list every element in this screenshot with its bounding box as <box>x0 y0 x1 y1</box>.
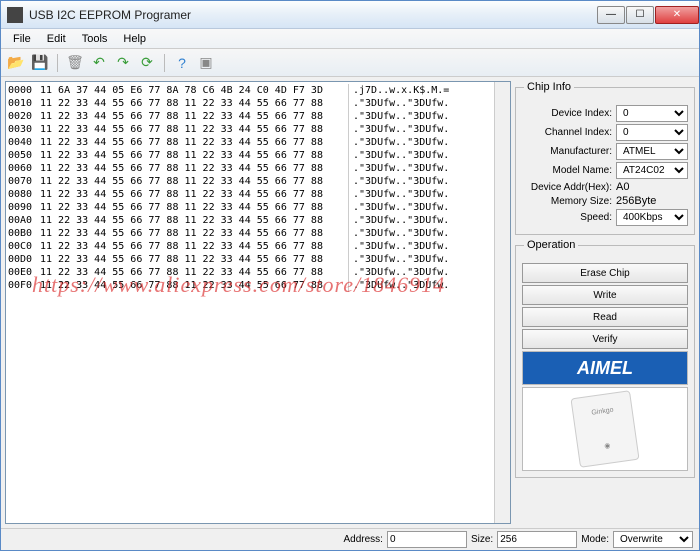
delete-icon[interactable]: 🗑 <box>64 52 86 74</box>
hex-row[interactable]: 00A011 22 33 44 55 66 77 88 11 22 33 44 … <box>8 214 492 227</box>
menubar: File Edit Tools Help <box>1 29 699 49</box>
hex-row[interactable]: 000011 6A 37 44 05 E6 77 8A 78 C6 4B 24 … <box>8 84 492 97</box>
device-index-label: Device Index: <box>522 108 616 119</box>
mode-label: Mode: <box>581 534 609 545</box>
atmel-logo: AIMEL <box>522 351 688 385</box>
hex-row[interactable]: 009011 22 33 44 55 66 77 88 11 22 33 44 … <box>8 201 492 214</box>
maximize-button[interactable]: ☐ <box>626 6 654 24</box>
manufacturer-select[interactable]: ATMEL <box>616 143 688 160</box>
size-label: Size: <box>471 534 493 545</box>
info-icon[interactable]: ▣ <box>195 52 217 74</box>
hex-editor[interactable]: 000011 6A 37 44 05 E6 77 8A 78 C6 4B 24 … <box>5 81 511 524</box>
address-input[interactable] <box>387 531 467 548</box>
manufacturer-label: Manufacturer: <box>522 146 616 157</box>
mode-select[interactable]: Overwrite <box>613 531 693 548</box>
menu-help[interactable]: Help <box>115 31 154 47</box>
device-addr-value: A0 <box>616 181 688 193</box>
menu-edit[interactable]: Edit <box>39 31 74 47</box>
separator <box>164 54 165 72</box>
chip-info-group: Chip Info Device Index:0 Channel Index:0… <box>515 81 695 235</box>
operation-group: Operation Erase Chip Write Read Verify A… <box>515 239 695 478</box>
hex-row[interactable]: 004011 22 33 44 55 66 77 88 11 22 33 44 … <box>8 136 492 149</box>
hex-row[interactable]: 002011 22 33 44 55 66 77 88 11 22 33 44 … <box>8 110 492 123</box>
titlebar: USB I2C EEPROM Programer — ☐ ✕ <box>1 1 699 29</box>
help-icon[interactable]: ? <box>171 52 193 74</box>
speed-select[interactable]: 400Kbps <box>616 209 688 226</box>
size-input[interactable] <box>497 531 577 548</box>
app-icon <box>7 7 23 23</box>
toolbar: 📂 💾 🗑 ↶ ↷ ⟳ ? ▣ <box>1 49 699 77</box>
window-title: USB I2C EEPROM Programer <box>29 8 596 22</box>
hex-row[interactable]: 00D011 22 33 44 55 66 77 88 11 22 33 44 … <box>8 253 492 266</box>
hex-row[interactable]: 008011 22 33 44 55 66 77 88 11 22 33 44 … <box>8 188 492 201</box>
menu-tools[interactable]: Tools <box>74 31 116 47</box>
address-label: Address: <box>344 534 383 545</box>
speed-label: Speed: <box>522 212 616 223</box>
channel-index-label: Channel Index: <box>522 127 616 138</box>
redo-icon[interactable]: ↷ <box>112 52 134 74</box>
open-icon[interactable]: 📂 <box>5 52 27 74</box>
write-button[interactable]: Write <box>522 285 688 305</box>
hex-row[interactable]: 00B011 22 33 44 55 66 77 88 11 22 33 44 … <box>8 227 492 240</box>
chip-info-title: Chip Info <box>524 81 574 93</box>
operation-title: Operation <box>524 239 578 251</box>
menu-file[interactable]: File <box>5 31 39 47</box>
hex-row[interactable]: 005011 22 33 44 55 66 77 88 11 22 33 44 … <box>8 149 492 162</box>
verify-button[interactable]: Verify <box>522 329 688 349</box>
hex-row[interactable]: 00C011 22 33 44 55 66 77 88 11 22 33 44 … <box>8 240 492 253</box>
hex-row[interactable]: 006011 22 33 44 55 66 77 88 11 22 33 44 … <box>8 162 492 175</box>
hex-row[interactable]: 001011 22 33 44 55 66 77 88 11 22 33 44 … <box>8 97 492 110</box>
minimize-button[interactable]: — <box>597 6 625 24</box>
device-addr-label: Device Addr(Hex): <box>522 182 616 193</box>
memory-size-label: Memory Size: <box>522 196 616 207</box>
save-icon[interactable]: 💾 <box>29 52 51 74</box>
device-index-select[interactable]: 0 <box>616 105 688 122</box>
hex-row[interactable]: 00E011 22 33 44 55 66 77 88 11 22 33 44 … <box>8 266 492 279</box>
memory-size-value: 256Byte <box>616 195 688 207</box>
erase-chip-button[interactable]: Erase Chip <box>522 263 688 283</box>
scrollbar[interactable] <box>494 82 510 523</box>
model-name-label: Model Name: <box>522 165 616 176</box>
hex-row[interactable]: 003011 22 33 44 55 66 77 88 11 22 33 44 … <box>8 123 492 136</box>
statusbar: Address: Size: Mode: Overwrite <box>1 528 699 550</box>
refresh-icon[interactable]: ⟳ <box>136 52 158 74</box>
hex-row[interactable]: 007011 22 33 44 55 66 77 88 11 22 33 44 … <box>8 175 492 188</box>
device-image: Ginkgo◉ <box>522 387 688 471</box>
model-name-select[interactable]: AT24C02 <box>616 162 688 179</box>
hex-row[interactable]: 00F011 22 33 44 55 66 77 88 11 22 33 44 … <box>8 279 492 292</box>
channel-index-select[interactable]: 0 <box>616 124 688 141</box>
undo-icon[interactable]: ↶ <box>88 52 110 74</box>
read-button[interactable]: Read <box>522 307 688 327</box>
close-button[interactable]: ✕ <box>655 6 699 24</box>
separator <box>57 54 58 72</box>
